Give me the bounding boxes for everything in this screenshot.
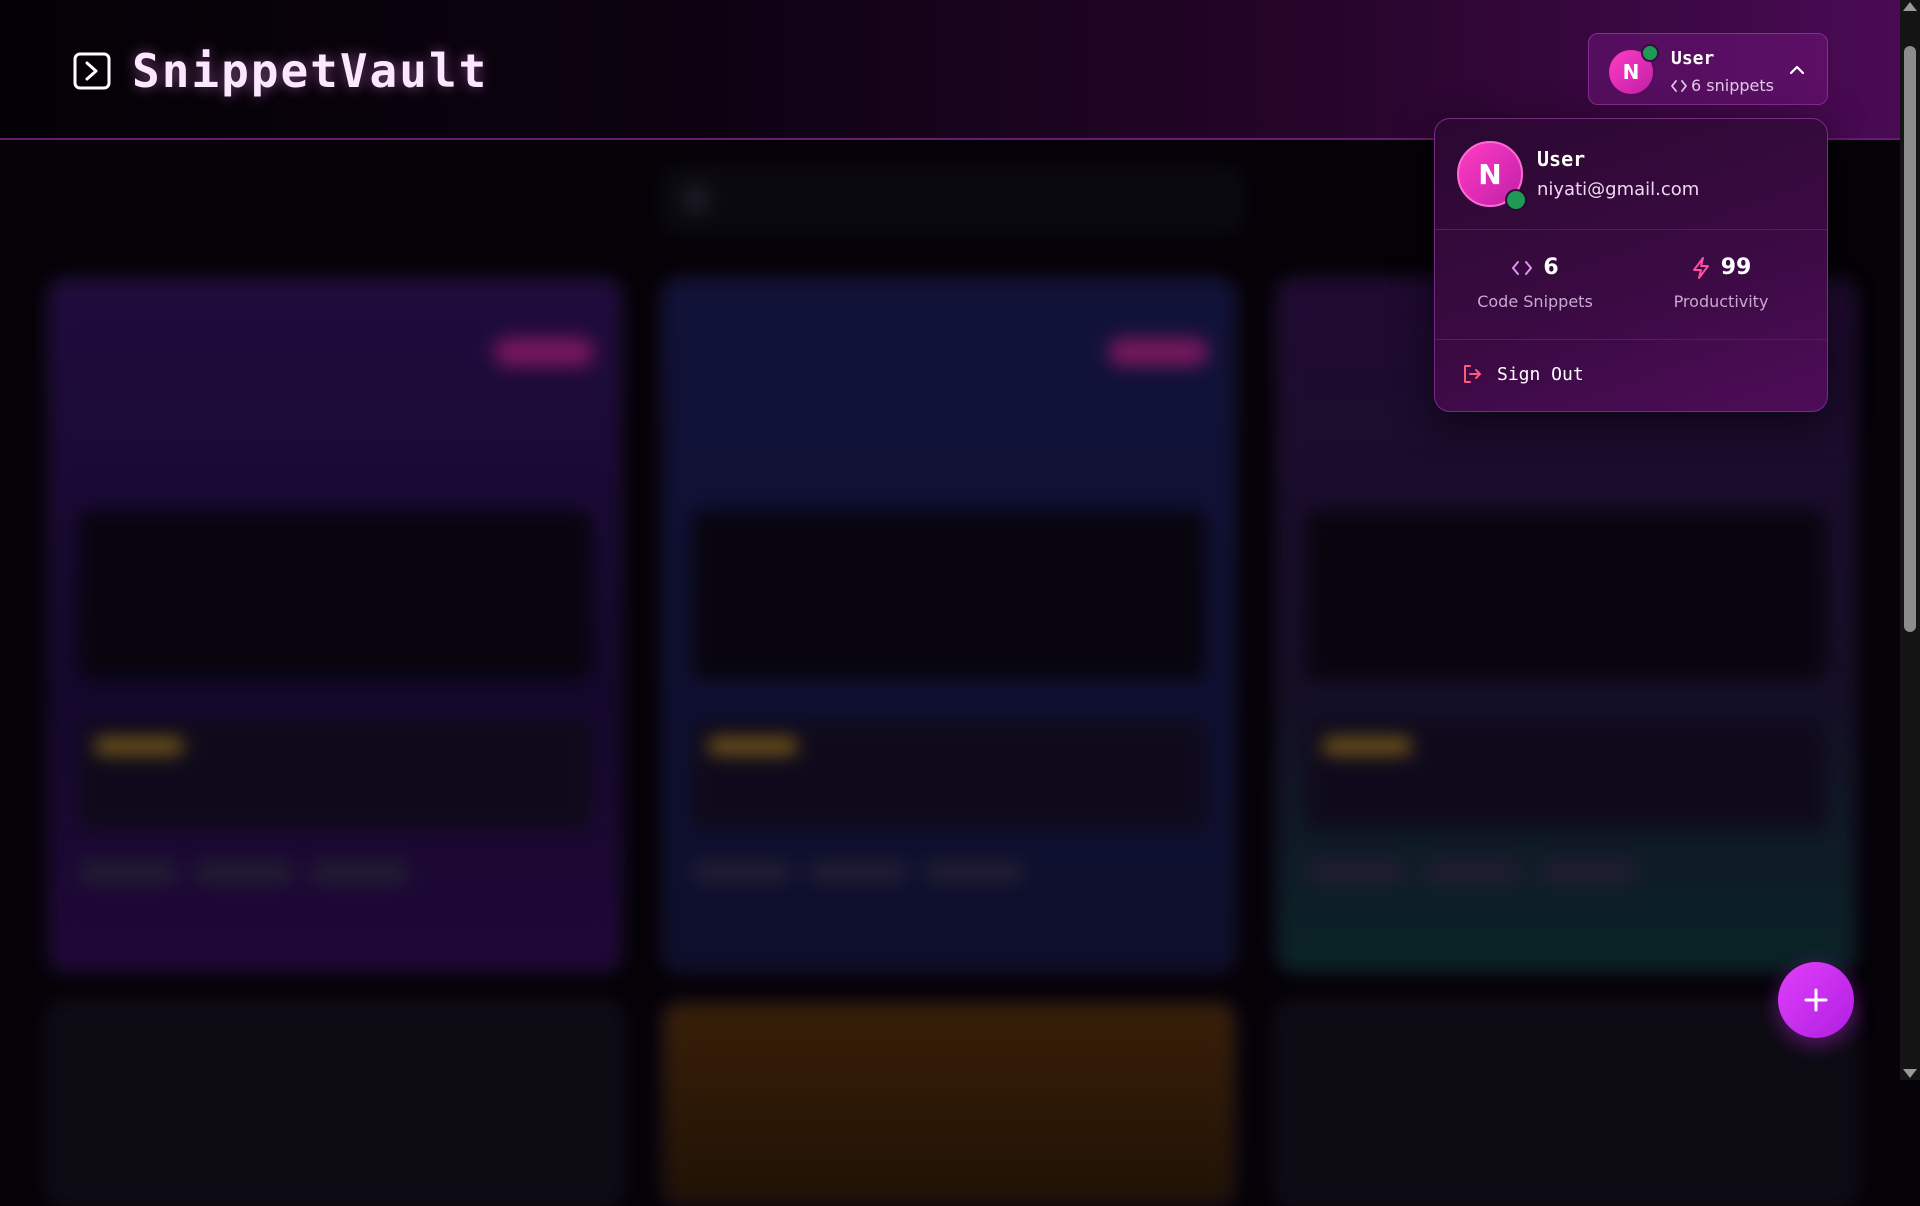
stat-value: 6	[1543, 255, 1559, 280]
scroll-up-arrow-icon[interactable]	[1903, 2, 1917, 11]
sign-out-label: Sign Out	[1497, 363, 1584, 385]
snippet-card	[48, 278, 622, 972]
chevron-up-icon	[1789, 65, 1805, 75]
tag-list	[692, 860, 1024, 884]
tag-list	[78, 860, 410, 884]
profile-name: User	[1537, 147, 1586, 171]
stat-value: 99	[1720, 255, 1752, 280]
user-menu-button[interactable]: N User 6 snippets	[1588, 33, 1828, 105]
terminal-icon	[73, 52, 111, 90]
snippet-count-label: 6 snippets	[1691, 76, 1774, 95]
user-menu-dropdown: N User niyati@gmail.com 6 Code Snippets …	[1434, 118, 1828, 412]
user-stats: 6 Code Snippets 99 Productivity	[1435, 229, 1827, 340]
note-block	[1306, 720, 1826, 830]
search-icon	[685, 188, 707, 210]
stat-label: Code Snippets	[1477, 292, 1593, 311]
sign-out-button[interactable]: Sign Out	[1461, 363, 1584, 385]
snippet-card	[1276, 1002, 1856, 1206]
sign-out-icon	[1464, 365, 1481, 383]
scrollbar-thumb[interactable]	[1904, 46, 1916, 632]
page-scrollbar[interactable]	[1900, 0, 1920, 1080]
code-block	[1306, 510, 1826, 680]
language-badge	[1108, 338, 1208, 366]
stat-productivity: 99 Productivity	[1631, 255, 1811, 311]
note-block	[78, 720, 592, 830]
lightning-icon	[1692, 256, 1709, 279]
code-block	[692, 510, 1206, 680]
user-profile-section: N User niyati@gmail.com	[1435, 119, 1827, 230]
search-input-blurred	[665, 170, 1239, 230]
code-icon	[1671, 79, 1687, 92]
tag-list	[1306, 860, 1638, 884]
app-title: SnippetVault	[132, 44, 489, 98]
online-status-dot	[1641, 44, 1659, 62]
user-name: User	[1671, 48, 1715, 69]
app-logo[interactable]: SnippetVault	[72, 44, 488, 98]
snippet-card	[48, 1002, 622, 1206]
scroll-down-arrow-icon[interactable]	[1903, 1069, 1917, 1078]
stat-code-snippets: 6 Code Snippets	[1445, 255, 1625, 311]
plus-icon	[1804, 988, 1828, 1012]
profile-email: niyati@gmail.com	[1537, 179, 1700, 200]
snippet-card	[662, 278, 1236, 972]
language-badge	[494, 338, 594, 366]
stat-label: Productivity	[1673, 292, 1769, 311]
snippet-count: 6 snippets	[1671, 76, 1774, 95]
code-block	[78, 510, 592, 680]
online-status-dot	[1505, 189, 1527, 211]
note-block	[692, 720, 1206, 830]
code-icon	[1512, 260, 1533, 275]
add-snippet-button[interactable]	[1778, 962, 1854, 1038]
snippet-card	[662, 1002, 1236, 1206]
